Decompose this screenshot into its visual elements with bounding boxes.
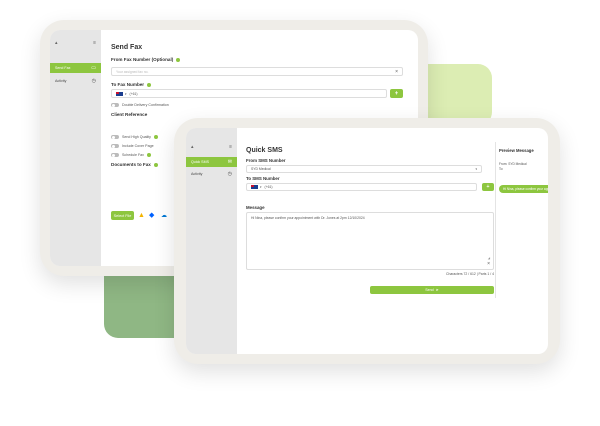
page-title: Send Fax xyxy=(111,44,143,51)
sidebar-item-activity[interactable]: Activity ◷ xyxy=(50,76,101,86)
menu-icon[interactable]: ≡ xyxy=(93,40,96,46)
toggle-switch[interactable] xyxy=(111,135,119,139)
fax-icon: ▭ xyxy=(91,64,96,71)
send-high-quality-toggle[interactable]: Send High Quality xyxy=(111,135,158,139)
resize-handle-icon[interactable]: ◢ xyxy=(488,256,490,260)
logo-icon: ▴ xyxy=(55,40,58,46)
country-code: (+61) xyxy=(129,91,138,96)
option-label: Schedule Fax xyxy=(122,153,144,157)
sidebar-item-quick-sms[interactable]: Quick SMS ✉ xyxy=(186,157,237,167)
google-drive-icon[interactable]: ▲ xyxy=(138,212,145,219)
send-icon: ➤ xyxy=(435,288,439,292)
preview-from: From: SYD Medical xyxy=(499,162,527,166)
quick-sms-device-frame: ▴ ≡ Quick SMS ✉ Activity ◷ Quick SMS Fro… xyxy=(174,118,560,364)
australia-flag-icon xyxy=(116,91,123,96)
select-file-button[interactable]: Select File xyxy=(111,211,134,220)
chevron-down-icon[interactable]: ▾ xyxy=(125,92,127,96)
include-cover-page-toggle[interactable]: Include Cover Page xyxy=(111,144,154,148)
page-title: Quick SMS xyxy=(246,147,283,154)
message-textarea[interactable]: Hi Nina, please confirm your appointment… xyxy=(246,212,494,270)
double-delivery-toggle[interactable]: Double Delivery Confirmation xyxy=(111,103,169,107)
documents-label: Documents to Fax xyxy=(111,162,158,167)
toggle-switch[interactable] xyxy=(111,153,119,157)
australia-flag-icon xyxy=(251,185,258,189)
send-button[interactable]: Send ➤ xyxy=(370,286,494,294)
chevron-down-icon[interactable]: ▾ xyxy=(475,167,477,171)
character-count: Characters 72 / 612 | Parts 1 / 4 xyxy=(446,272,494,276)
documents-label-text: Documents to Fax xyxy=(111,162,151,167)
from-fax-input[interactable]: Your assigned fax no. × xyxy=(111,67,403,76)
clear-icon[interactable]: × xyxy=(487,261,490,267)
info-dot xyxy=(146,153,151,157)
to-fax-input[interactable]: ▾ (+61) xyxy=(111,89,387,98)
logo-icon: ▴ xyxy=(191,144,194,150)
from-fax-label-text: From Fax Number (Optional) xyxy=(111,57,174,62)
sidebar-top: ▴ ≡ xyxy=(50,36,101,50)
sidebar-item-send-fax[interactable]: Send Fax ▭ xyxy=(50,63,101,73)
quick-sms-main: Quick SMS From SMS Number SYD Medical ▾ … xyxy=(246,128,494,354)
to-sms-label: To SMS Number xyxy=(246,176,280,181)
to-sms-label-text: To SMS Number xyxy=(246,176,280,181)
menu-icon[interactable]: ≡ xyxy=(229,144,232,150)
to-fax-label-text: To Fax Number xyxy=(111,82,145,87)
option-label: Include Cover Page xyxy=(122,144,154,148)
message-label: Message xyxy=(246,205,265,210)
toggle-switch[interactable] xyxy=(111,103,119,107)
message-label-text: Message xyxy=(246,205,265,210)
required-dot xyxy=(176,57,181,62)
double-delivery-label: Double Delivery Confirmation xyxy=(122,103,169,107)
preview-panel: Preview Message From: SYD Medical To: Hi… xyxy=(499,128,548,354)
message-text: Hi Nina, please confirm your appointment… xyxy=(251,216,365,220)
stage: ▴ ≡ Send Fax ▭ Activity ◷ Send Fax From … xyxy=(0,0,600,426)
sidebar-item-activity[interactable]: Activity ◷ xyxy=(186,169,237,179)
sidebar-item-label: Quick SMS xyxy=(191,160,209,164)
onedrive-icon[interactable]: ☁ xyxy=(161,213,167,219)
clock-icon: ◷ xyxy=(227,170,232,177)
sms-icon: ✉ xyxy=(227,158,232,165)
from-sms-label: From SMS Number xyxy=(246,158,286,163)
chevron-down-icon[interactable]: ▾ xyxy=(260,185,262,189)
clock-icon: ◷ xyxy=(91,77,96,84)
option-label: Send High Quality xyxy=(122,135,151,139)
clear-icon[interactable]: × xyxy=(395,69,398,75)
required-dot xyxy=(147,82,152,87)
send-label: Send xyxy=(425,288,434,292)
info-dot xyxy=(153,135,158,139)
sidebar-item-label: Send Fax xyxy=(55,66,71,70)
preview-bubble: Hi Nina, please confirm your appoint... xyxy=(499,185,548,193)
to-fax-label: To Fax Number xyxy=(111,82,152,87)
sidebar-item-label: Activity xyxy=(55,79,67,83)
required-dot xyxy=(153,162,158,167)
to-sms-input[interactable]: ▾ (+61) xyxy=(246,183,477,191)
preview-divider xyxy=(495,142,496,298)
from-fax-label: From Fax Number (Optional) xyxy=(111,57,181,62)
country-code: (+61) xyxy=(264,185,273,189)
dropbox-icon[interactable]: ◆ xyxy=(149,212,154,219)
schedule-fax-toggle[interactable]: Schedule Fax xyxy=(111,153,151,157)
client-reference-label-text: Client Reference xyxy=(111,112,148,117)
preview-to: To: xyxy=(499,167,504,171)
preview-title: Preview Message xyxy=(499,148,534,153)
client-reference-label: Client Reference xyxy=(111,112,147,117)
from-sms-select[interactable]: SYD Medical ▾ xyxy=(246,165,482,173)
from-fax-placeholder: Your assigned fax no. xyxy=(116,69,149,74)
toggle-switch[interactable] xyxy=(111,144,119,148)
from-sms-value: SYD Medical xyxy=(251,167,271,171)
add-fax-number-button[interactable]: + xyxy=(390,89,403,98)
sidebar-item-label: Activity xyxy=(191,172,203,176)
send-fax-sidebar: ▴ ≡ Send Fax ▭ Activity ◷ xyxy=(50,30,101,266)
add-sms-number-button[interactable]: + xyxy=(482,183,494,191)
quick-sms-screen: ▴ ≡ Quick SMS ✉ Activity ◷ Quick SMS Fro… xyxy=(186,128,548,354)
sidebar-top: ▴ ≡ xyxy=(186,140,237,154)
quick-sms-sidebar: ▴ ≡ Quick SMS ✉ Activity ◷ xyxy=(186,128,237,354)
from-sms-label-text: From SMS Number xyxy=(246,158,286,163)
